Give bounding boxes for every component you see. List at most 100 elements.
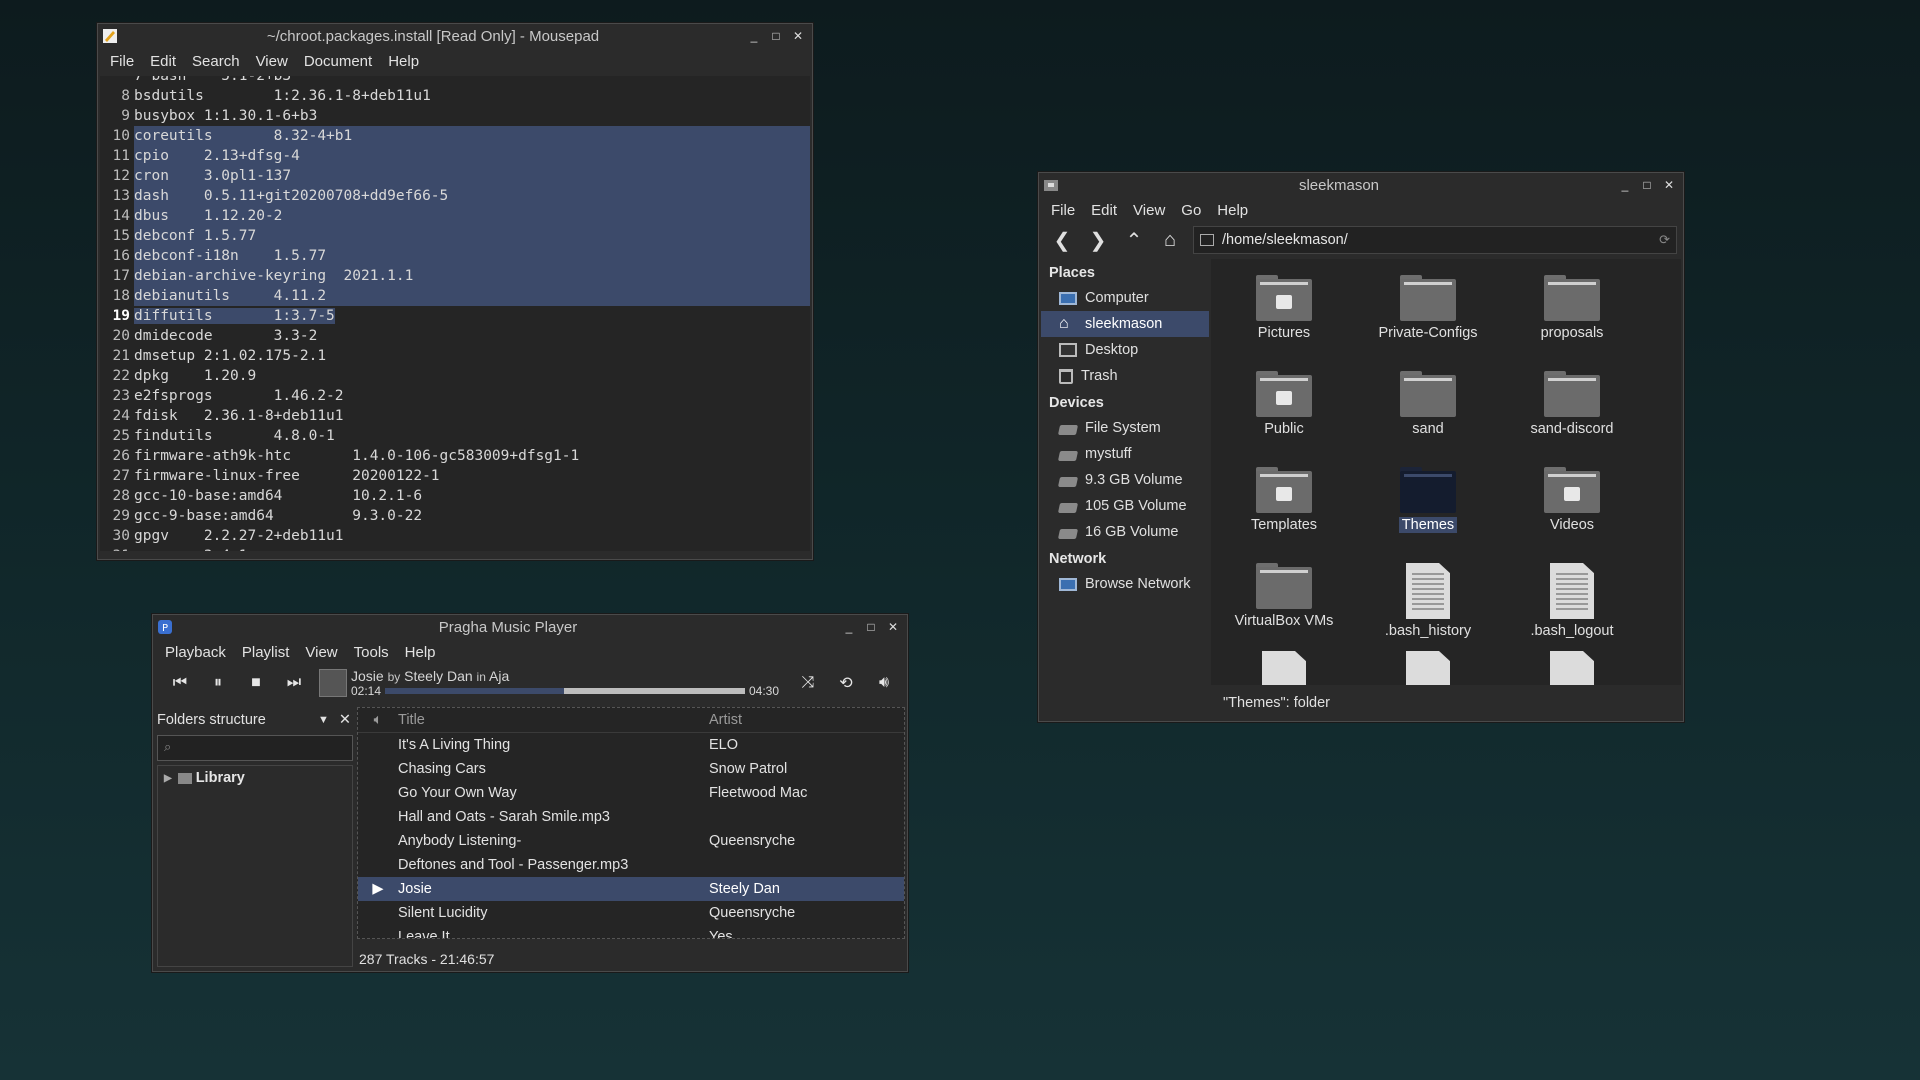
file-item[interactable]: Pictures xyxy=(1219,275,1349,341)
sidebar-item-9-3-gb-volume[interactable]: 9.3 GB Volume xyxy=(1041,467,1209,493)
menu-go[interactable]: Go xyxy=(1173,202,1209,219)
sidebar-item-file-system[interactable]: File System xyxy=(1041,415,1209,441)
menu-view[interactable]: View xyxy=(297,644,345,661)
sidebar-item-trash[interactable]: Trash xyxy=(1041,363,1209,389)
close-icon[interactable]: ✕ xyxy=(792,30,804,42)
forward-arrow-icon[interactable]: ❯ xyxy=(1081,226,1115,254)
mousepad-menubar: File Edit Search View Document Help xyxy=(98,48,812,74)
column-title[interactable]: Title xyxy=(398,712,709,728)
file-item[interactable]: sand xyxy=(1363,371,1493,437)
menu-help[interactable]: Help xyxy=(1209,202,1256,219)
menu-document[interactable]: Document xyxy=(296,53,380,70)
menu-search[interactable]: Search xyxy=(184,53,248,70)
file-item-partial[interactable] xyxy=(1507,651,1637,685)
file-item-label: Pictures xyxy=(1257,325,1311,341)
file-item[interactable]: Private-Configs xyxy=(1363,275,1493,341)
minimize-icon[interactable]: _ xyxy=(1619,179,1631,191)
menu-playlist[interactable]: Playlist xyxy=(234,644,298,661)
up-arrow-icon[interactable]: ⌃ xyxy=(1117,226,1151,254)
pragha-window[interactable]: P Pragha Music Player _ □ ✕ Playback Pla… xyxy=(152,614,908,972)
close-panel-icon[interactable]: ✕ xyxy=(339,712,351,728)
menu-edit[interactable]: Edit xyxy=(142,53,184,70)
file-item[interactable]: .bash_history xyxy=(1363,563,1493,639)
maximize-icon[interactable]: □ xyxy=(865,621,877,633)
menu-view[interactable]: View xyxy=(248,53,296,70)
menu-tools[interactable]: Tools xyxy=(346,644,397,661)
playlist-row[interactable]: Go Your Own Way Fleetwood Mac xyxy=(358,781,904,805)
text-editor-area[interactable]: 7 bash 5.1-2+b3 8 bsdutils 1:2.36.1-8+deb… xyxy=(100,76,810,551)
minimize-icon[interactable]: _ xyxy=(748,30,760,42)
sidebar-item-browse-network[interactable]: Browse Network xyxy=(1041,571,1209,597)
dropdown-arrow-icon[interactable]: ▼ xyxy=(318,714,329,726)
home-icon[interactable]: ⌂ xyxy=(1153,226,1187,254)
file-item-partial[interactable] xyxy=(1219,651,1349,685)
file-item-partial[interactable] xyxy=(1363,651,1493,685)
text-file-icon xyxy=(1406,563,1450,619)
playlist-row[interactable]: Anybody Listening- Queensryche xyxy=(358,829,904,853)
progress-bar[interactable] xyxy=(385,688,745,694)
playlist-row[interactable]: Deftones and Tool - Passenger.mp3 xyxy=(358,853,904,877)
file-item[interactable]: sand-discord xyxy=(1507,371,1637,437)
file-item[interactable]: Templates xyxy=(1219,467,1349,533)
line-number: 21 xyxy=(112,348,130,364)
sidebar-item-mystuff[interactable]: mystuff xyxy=(1041,441,1209,467)
file-item[interactable]: proposals xyxy=(1507,275,1637,341)
close-icon[interactable]: ✕ xyxy=(887,621,899,633)
file-item[interactable]: Public xyxy=(1219,371,1349,437)
minimize-icon[interactable]: _ xyxy=(843,621,855,633)
mousepad-titlebar[interactable]: ~/chroot.packages.install [Read Only] - … xyxy=(98,24,812,48)
expander-icon[interactable]: ▶ xyxy=(164,773,172,784)
stop-icon[interactable]: ■ xyxy=(237,669,275,697)
previous-track-icon[interactable]: ⏮ xyxy=(161,669,199,697)
menu-playback[interactable]: Playback xyxy=(157,644,234,661)
fm-icon-view[interactable]: Pictures Private-Configs proposals Public sa… xyxy=(1211,259,1681,685)
menu-help[interactable]: Help xyxy=(380,53,427,70)
reload-icon[interactable]: ⟳ xyxy=(1659,232,1670,248)
back-arrow-icon[interactable]: ❮ xyxy=(1045,226,1079,254)
menu-help[interactable]: Help xyxy=(397,644,444,661)
playlist-row[interactable]: It's A Living Thing ELO xyxy=(358,733,904,757)
sidebar-item-16-gb-volume[interactable]: 16 GB Volume xyxy=(1041,519,1209,545)
sidebar-item-desktop[interactable]: Desktop xyxy=(1041,337,1209,363)
column-artist[interactable]: Artist xyxy=(709,712,904,728)
pause-icon[interactable]: ⏸ xyxy=(199,669,237,697)
file-item[interactable]: VirtualBox VMs xyxy=(1219,563,1349,629)
mousepad-window[interactable]: ~/chroot.packages.install [Read Only] - … xyxy=(97,23,813,560)
shuffle-icon[interactable]: ⤨ xyxy=(789,669,827,697)
track-title: Deftones and Tool - Passenger.mp3 xyxy=(398,857,629,873)
playlist-row[interactable]: ▶ Josie Steely Dan xyxy=(358,877,904,901)
sidebar-item-sleekmason[interactable]: ⌂ sleekmason xyxy=(1041,311,1209,337)
tree-item-library[interactable]: ▶ Library xyxy=(158,766,352,790)
file-item[interactable]: Videos xyxy=(1507,467,1637,533)
code-line: 19 diffutils 1:3.7-5 xyxy=(100,306,810,326)
line-number: 19 xyxy=(112,308,130,324)
menu-file[interactable]: File xyxy=(102,53,142,70)
track-title: It's A Living Thing xyxy=(398,737,511,753)
pragha-titlebar[interactable]: P Pragha Music Player _ □ ✕ xyxy=(153,615,907,639)
sidebar-item-computer[interactable]: Computer xyxy=(1041,285,1209,311)
menu-view[interactable]: View xyxy=(1125,202,1173,219)
volume-icon[interactable]: 🔊︎ xyxy=(865,669,903,697)
playlist-row[interactable]: Leave It Yes xyxy=(358,925,904,938)
repeat-icon[interactable]: ⟲ xyxy=(827,669,865,697)
playlist-row[interactable]: Chasing Cars Snow Patrol xyxy=(358,757,904,781)
file-item[interactable]: .bash_logout xyxy=(1507,563,1637,639)
location-bar[interactable]: /home/sleekmason/ ⟳ xyxy=(1193,226,1677,254)
menu-edit[interactable]: Edit xyxy=(1083,202,1125,219)
maximize-icon[interactable]: □ xyxy=(770,30,782,42)
playlist[interactable]: 🔈︎ Title Artist It's A Living Thing ELO Ch… xyxy=(357,707,905,939)
library-tree[interactable]: ▶ Library xyxy=(157,765,353,967)
sidebar-item-105-gb-volume[interactable]: 105 GB Volume xyxy=(1041,493,1209,519)
file-manager-window[interactable]: sleekmason _ □ ✕ File Edit View Go Help … xyxy=(1038,172,1684,722)
file-item[interactable]: Themes xyxy=(1363,467,1493,533)
library-search-input[interactable]: ⌕ xyxy=(157,735,353,761)
menu-file[interactable]: File xyxy=(1043,202,1083,219)
next-track-icon[interactable]: ⏭ xyxy=(275,669,313,697)
folder-app-icon xyxy=(1044,180,1058,191)
fm-titlebar[interactable]: sleekmason _ □ ✕ xyxy=(1039,173,1683,197)
close-icon[interactable]: ✕ xyxy=(1663,179,1675,191)
playlist-row[interactable]: Silent Lucidity Queensryche xyxy=(358,901,904,925)
maximize-icon[interactable]: □ xyxy=(1641,179,1653,191)
line-number: 10 xyxy=(112,128,130,144)
playlist-row[interactable]: Hall and Oats - Sarah Smile.mp3 xyxy=(358,805,904,829)
